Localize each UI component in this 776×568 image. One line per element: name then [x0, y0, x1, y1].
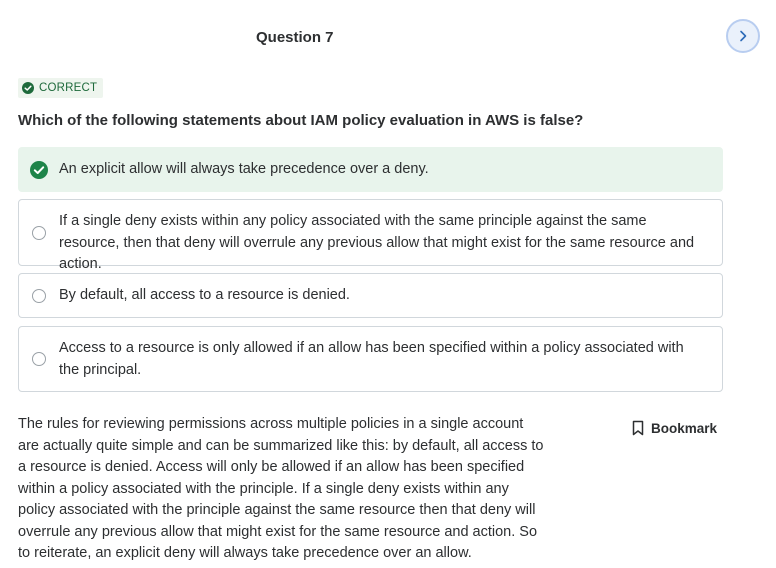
answer-option-text: An explicit allow will always take prece…	[59, 161, 429, 177]
radio-button[interactable]	[31, 225, 47, 241]
radio-button[interactable]	[31, 288, 47, 304]
answer-option-4[interactable]: Access to a resource is only allowed if …	[18, 326, 723, 392]
answer-option-text: If a single deny exists within any polic…	[59, 213, 695, 272]
result-badge-label: CORRECT	[39, 82, 98, 94]
answer-option-2[interactable]: If a single deny exists within any polic…	[18, 199, 723, 272]
check-circle-icon	[22, 82, 34, 94]
answer-option-text: Access to a resource is only allowed if …	[59, 340, 684, 378]
answer-option-3[interactable]: By default, all access to a resource is …	[18, 273, 723, 318]
check-circle-icon	[30, 160, 48, 179]
question-text: Which of the following statements about …	[18, 112, 584, 129]
bookmark-button[interactable]: Bookmark	[632, 420, 717, 436]
question-number-title: Question 7	[256, 29, 334, 46]
chevron-right-icon	[740, 30, 747, 42]
answer-option-1[interactable]: An explicit allow will always take prece…	[18, 147, 723, 192]
answer-explanation: The rules for reviewing permissions acro…	[18, 416, 544, 561]
next-question-button[interactable]	[726, 19, 760, 53]
answer-option-text: By default, all access to a resource is …	[59, 287, 350, 303]
bookmark-icon	[632, 420, 644, 436]
radio-button[interactable]	[31, 351, 47, 367]
bookmark-label: Bookmark	[651, 420, 718, 436]
result-badge: CORRECT	[18, 78, 104, 98]
